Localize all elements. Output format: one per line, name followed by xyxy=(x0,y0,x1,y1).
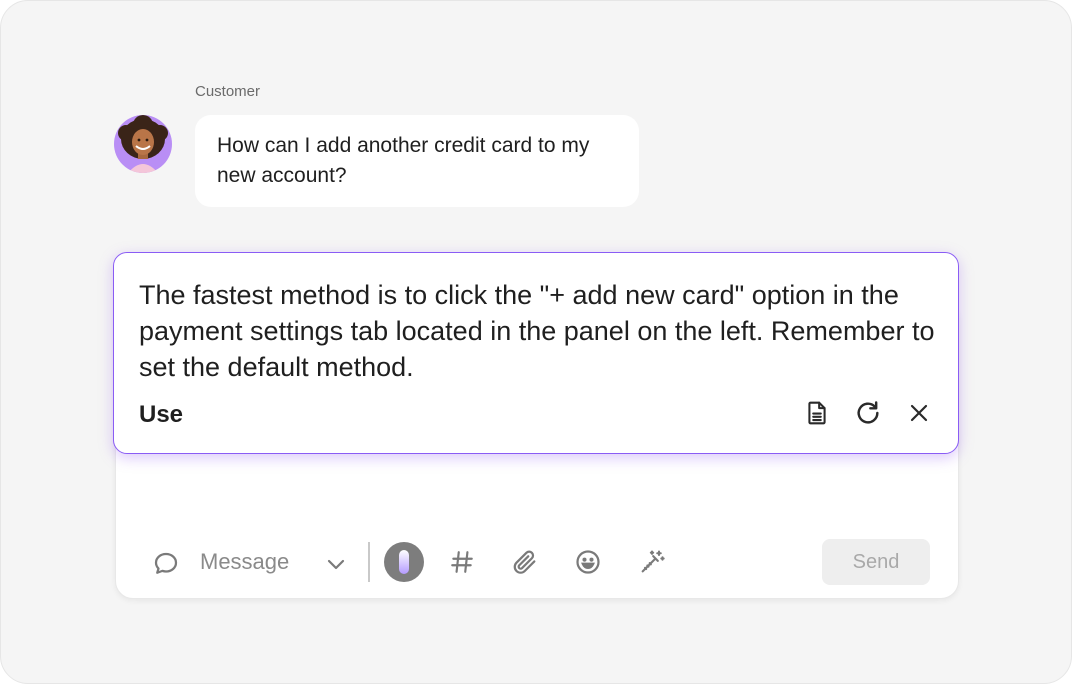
message-mode-label[interactable]: Message xyxy=(200,548,289,576)
customer-message-bubble: How can I add another credit card to my … xyxy=(195,115,639,207)
paperclip-icon[interactable] xyxy=(509,546,541,578)
ai-suggestion-card: The fastest method is to click the "+ ad… xyxy=(113,252,959,454)
emoji-icon[interactable] xyxy=(572,546,604,578)
composer-toolbar: Message Send xyxy=(116,534,958,590)
refresh-icon[interactable] xyxy=(852,397,884,429)
avatar xyxy=(114,115,172,173)
close-icon[interactable] xyxy=(903,397,935,429)
ai-toggle-icon[interactable] xyxy=(384,542,424,582)
suggestion-text: The fastest method is to click the "+ ad… xyxy=(139,280,935,382)
sender-label: Customer xyxy=(195,83,261,100)
magic-wand-icon[interactable] xyxy=(636,546,668,578)
app-frame: Customer How can I add another credit ca… xyxy=(0,0,1072,684)
chat-bubble-icon[interactable] xyxy=(150,548,182,580)
document-icon[interactable] xyxy=(801,397,833,429)
toolbar-divider xyxy=(368,542,370,582)
use-suggestion-button[interactable]: Use xyxy=(139,400,183,430)
send-button[interactable]: Send xyxy=(822,539,930,585)
chevron-down-icon[interactable] xyxy=(320,548,352,580)
hash-icon[interactable] xyxy=(446,546,478,578)
